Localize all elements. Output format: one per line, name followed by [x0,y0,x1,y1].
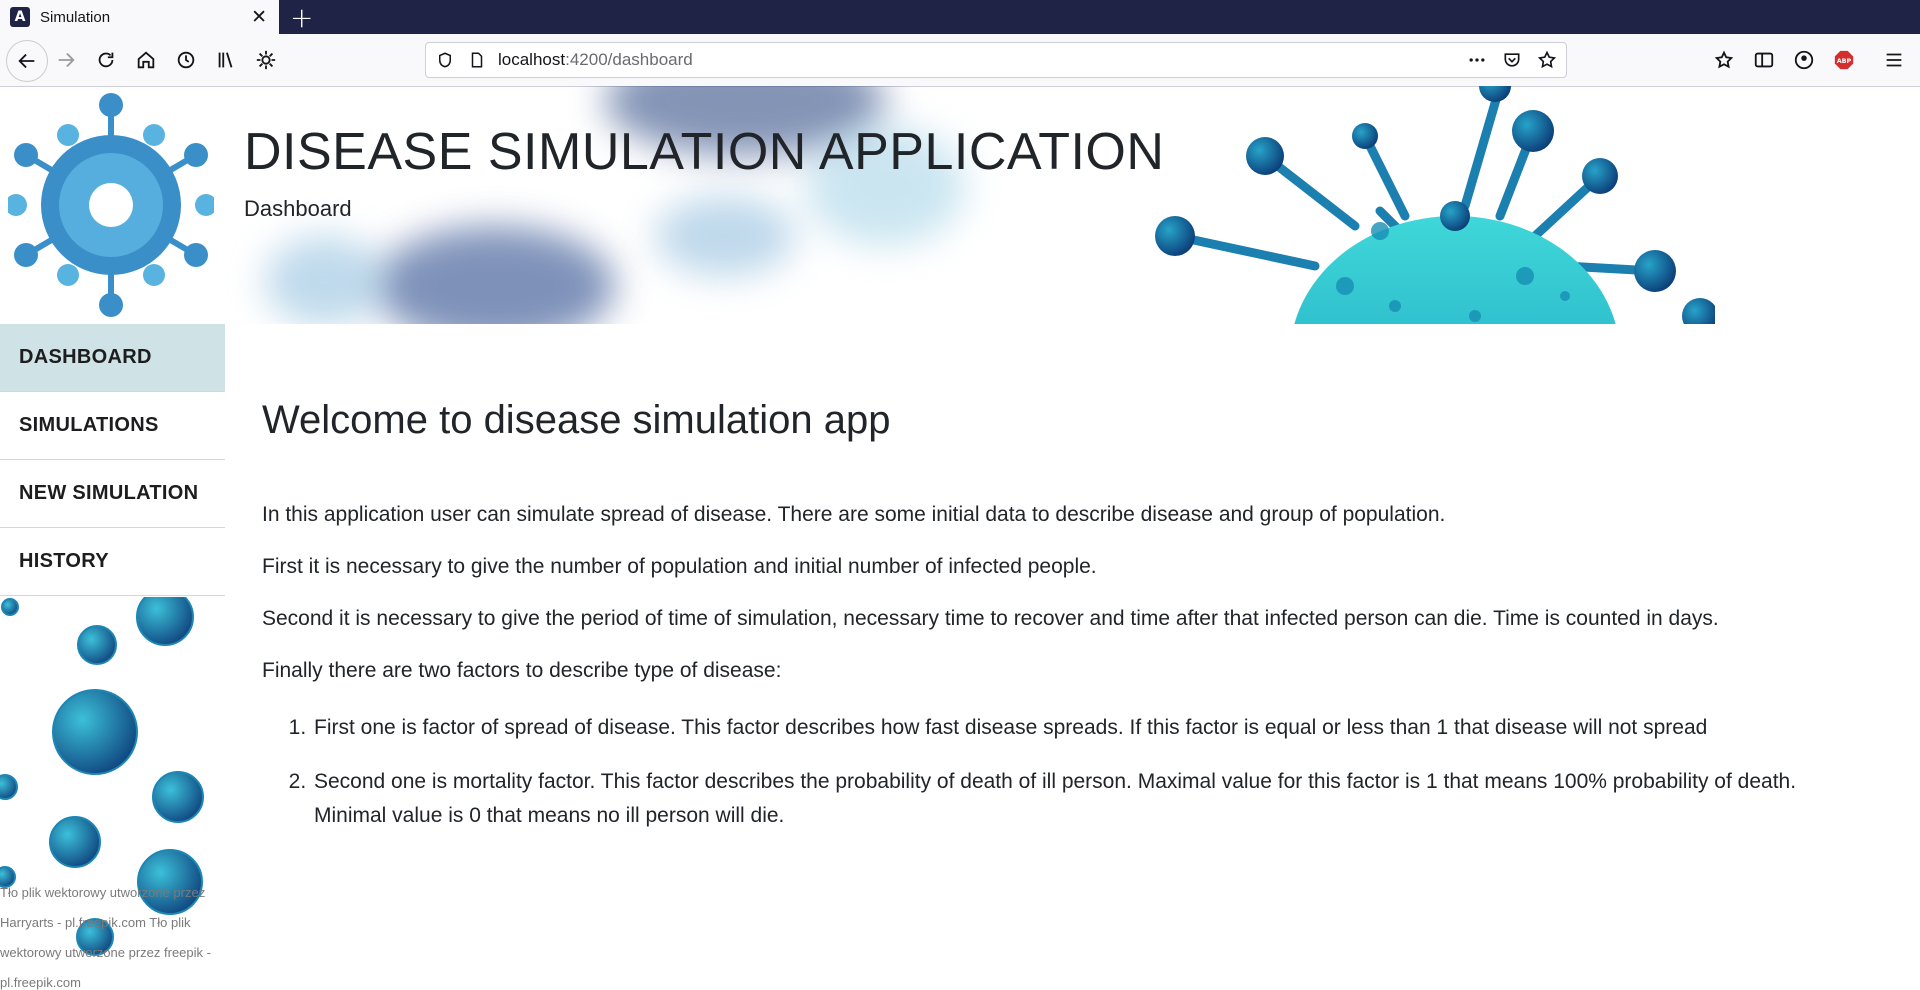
reload-icon[interactable] [88,42,124,78]
list-item: Second one is mortality factor. This fac… [312,765,1862,833]
history-icon[interactable] [168,42,204,78]
account-icon[interactable] [1786,42,1822,78]
bookmark-star-icon[interactable] [1536,49,1558,71]
intro-paragraph: In this application user can simulate sp… [262,503,1446,526]
menu-icon[interactable] [1876,42,1912,78]
factors-paragraph: Finally there are two factors to describ… [262,659,782,682]
virus-logo-icon [8,93,214,317]
forward-icon[interactable] [48,42,84,78]
url-path: :4200/dashboard [565,50,693,69]
close-tab-icon[interactable]: ✕ [251,6,267,28]
browser-toolbar: localhost:4200/dashboard ABP [0,34,1920,87]
extension-gear-icon[interactable] [248,42,284,78]
address-bar[interactable]: localhost:4200/dashboard [425,42,1567,78]
angular-favicon-icon: A [10,7,30,27]
page-subtitle: Dashboard [244,196,352,221]
sidebar-item-dashboard[interactable]: DASHBOARD [0,324,225,392]
back-icon[interactable] [6,40,48,82]
banner-blur-3 [265,236,385,324]
url-host: localhost [498,50,566,69]
page-info-icon[interactable] [466,49,488,71]
new-tab-icon[interactable]: + [290,1,313,34]
sidebar-nav: DASHBOARD SIMULATIONS NEW SIMULATION HIS… [0,324,225,596]
app-title: DISEASE SIMULATION APPLICATION [244,123,1165,181]
sidebar-item-history[interactable]: HISTORY [0,528,225,596]
shield-icon[interactable] [434,49,456,71]
list-item: First one is factor of spread of disease… [312,711,1862,745]
tab-title: Simulation [40,8,111,26]
browser-tab[interactable]: A Simulation ✕ [0,0,279,34]
virus-illustration-icon [1155,86,1715,324]
home-icon[interactable] [128,42,164,78]
more-actions-icon[interactable] [1466,49,1488,71]
population-paragraph: First it is necessary to give the number… [262,555,1097,578]
reader-sidebar-icon[interactable] [1746,42,1782,78]
banner-blur-5 [655,196,795,276]
url-text[interactable]: localhost:4200/dashboard [498,50,693,70]
welcome-heading: Welcome to disease simulation app [262,398,891,442]
pocket-icon[interactable] [1501,49,1523,71]
sidebar-background-art: Tło plik wektorowy utworzone przez Harry… [0,597,225,990]
image-credit[interactable]: Tło plik wektorowy utworzone przez Harry… [0,878,222,990]
browser-tab-bar: A Simulation ✕ + [0,0,1920,34]
library-icon[interactable] [208,42,244,78]
bookmarks-star-icon[interactable] [1706,42,1742,78]
sidebar-item-simulations[interactable]: SIMULATIONS [0,392,225,460]
svg-text:ABP: ABP [1837,57,1852,65]
time-paragraph: Second it is necessary to give the perio… [262,607,1719,630]
sidebar-item-new-simulation[interactable]: NEW SIMULATION [0,460,225,528]
factors-list: First one is factor of spread of disease… [262,711,1862,833]
adblock-icon[interactable]: ABP [1826,42,1862,78]
banner-blur-2 [375,226,615,324]
main-content: Welcome to disease simulation app In thi… [262,398,1862,853]
